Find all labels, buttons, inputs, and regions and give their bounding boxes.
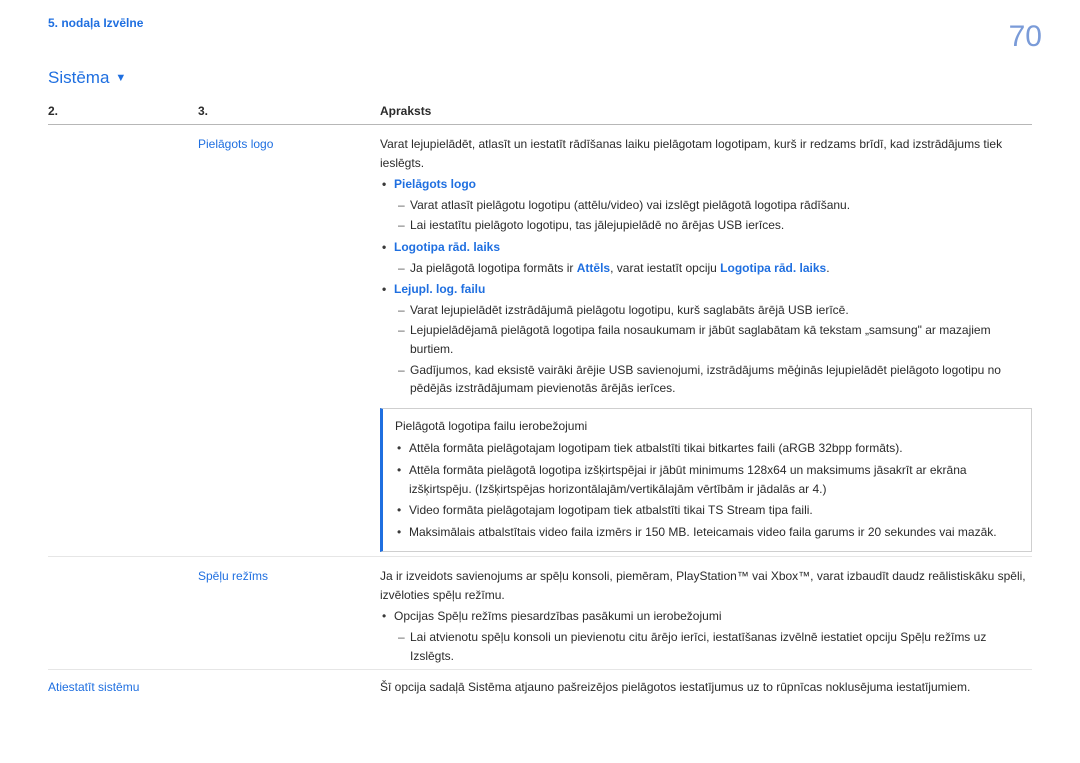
sub-text: Varat atlasīt pielāgotu logotipu (attēlu… [380,196,1032,215]
table-header: 2. 3. Apraksts [48,98,1032,125]
th-col3: Apraksts [380,104,1032,118]
th-col2: 3. [198,104,380,118]
page-number: 70 [1009,20,1042,54]
table-row: Pielāgots logo Varat lejupielādēt, atlas… [48,125,1032,552]
table-row: Atiestatīt sistēmu Šī opcija sadaļā Sist… [48,669,1032,697]
sub-text: Lai atvienotu spēļu konsoli un pievienot… [380,628,1032,665]
row-desc-custom-logo: Varat lejupielādēt, atlasīt un iestatīt … [380,135,1032,552]
row-col1-empty [48,567,198,665]
sub-text: Varat lejupielādēt izstrādājumā pielāgot… [380,301,1032,320]
th-col1: 2. [48,104,198,118]
text: Ja pielāgotā logotipa formāts ir [410,261,577,275]
callout-item: Attēla formāta pielāgotā logotipa izšķir… [395,461,1021,498]
game-intro: Ja ir izveidots savienojums ar spēļu kon… [380,567,1032,604]
page-root: 5. nodaļa Izvēlne 70 Sistēma ▼ 2. 3. Apr… [0,0,1080,763]
section-title[interactable]: Sistēma ▼ [48,68,126,88]
section-title-text: Sistēma [48,68,109,88]
callout-file-restrictions: Pielāgotā logotipa failu ierobežojumi At… [380,408,1032,553]
bullet-download-file: Lejupl. log. failu [380,280,1032,299]
term-display-time: Logotipa rād. laiks [720,261,826,275]
callout-item: Attēla formāta pielāgotajam logotipam ti… [395,439,1021,458]
sub-text: Lai iestatītu pielāgoto logotipu, tas jā… [380,216,1032,235]
row-desc-reset-system: Šī opcija sadaļā Sistēma atjauno pašreiz… [380,678,1032,697]
row-label-reset-system[interactable]: Atiestatīt sistēmu [48,678,380,697]
bullet-display-time: Logotipa rād. laiks [380,238,1032,257]
row-desc-game-mode: Ja ir izveidots savienojums ar spēļu kon… [380,567,1032,665]
bullet-custom-logo: Pielāgots logo [380,175,1032,194]
callout-item: Maksimālais atbalstītais video faila izm… [395,523,1021,542]
chevron-down-icon: ▼ [115,73,126,84]
sub-text: Ja pielāgotā logotipa formāts ir Attēls,… [380,259,1032,278]
row-col1-empty [48,135,198,552]
text: . [826,261,829,275]
sub-text: Lejupielādējamā pielāgotā logotipa faila… [380,321,1032,358]
row-label-custom-logo[interactable]: Pielāgots logo [198,135,380,552]
sub-text: Gadījumos, kad eksistē vairāki ārējie US… [380,361,1032,398]
bullet-game-precautions: Opcijas Spēļu režīms piesardzības pasāku… [380,607,1032,626]
row-label-game-mode[interactable]: Spēļu režīms [198,567,380,665]
text: , varat iestatīt opciju [610,261,720,275]
term-image: Attēls [577,261,610,275]
table-row: Spēļu režīms Ja ir izveidots savienojums… [48,556,1032,665]
logo-intro: Varat lejupielādēt, atlasīt un iestatīt … [380,135,1032,172]
callout-item: Video formāta pielāgotajam logotipam tie… [395,501,1021,520]
callout-title: Pielāgotā logotipa failu ierobežojumi [395,417,1021,436]
chapter-link[interactable]: 5. nodaļa Izvēlne [48,16,1032,30]
